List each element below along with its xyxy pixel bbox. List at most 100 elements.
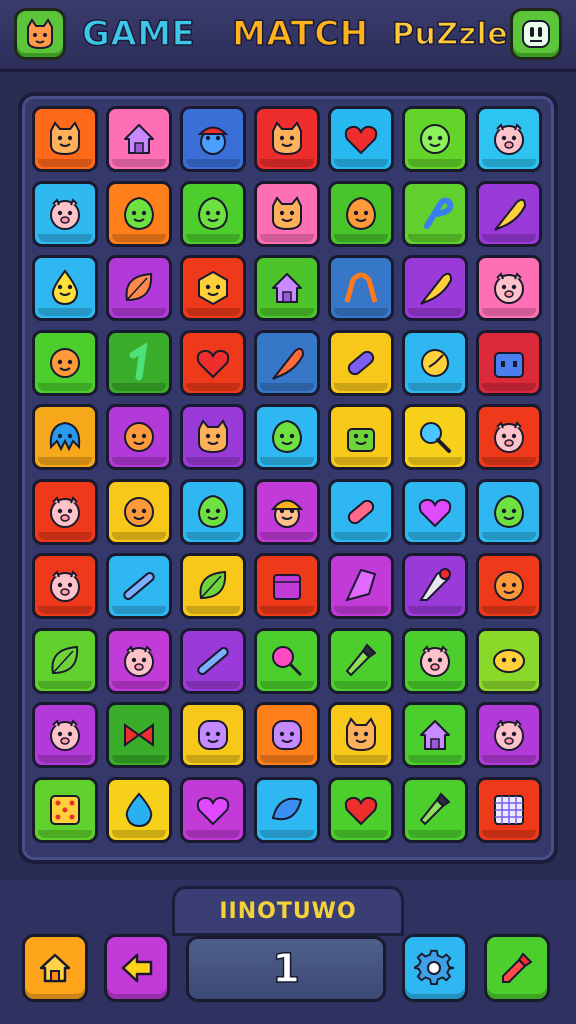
clock-icon	[421, 348, 449, 377]
board-tile-r5-c3[interactable]	[180, 404, 246, 470]
board-tile-r10-c7[interactable]	[476, 776, 542, 843]
hex-face-icon	[198, 270, 228, 306]
pen-icon	[197, 646, 229, 675]
board-tile-r1-c6[interactable]	[402, 106, 468, 172]
board-tile-r2-c5[interactable]	[328, 180, 394, 247]
board-tile-r10-c2[interactable]	[106, 776, 172, 843]
board-tile-r3-c1[interactable]	[32, 255, 98, 321]
bow-icon	[124, 723, 154, 747]
title-word-game: GAME	[81, 13, 196, 55]
board-tile-r8-c2[interactable]	[106, 627, 172, 694]
level-label-plate: IINOTUWO	[172, 886, 404, 936]
board-tile-r6-c7[interactable]	[476, 478, 542, 545]
board-tile-r5-c7[interactable]	[476, 404, 542, 470]
board-tile-r4-c2[interactable]	[106, 329, 172, 396]
board-tile-r3-c6[interactable]	[402, 255, 468, 321]
leaf-green-icon	[51, 645, 79, 674]
board-tile-r3-c7[interactable]	[476, 255, 542, 321]
board-tile-r4-c5[interactable]	[328, 329, 394, 396]
board-tile-r9-c4[interactable]	[254, 702, 320, 768]
board-tile-r1-c3[interactable]	[180, 106, 246, 172]
board-tile-r9-c5[interactable]	[328, 702, 394, 768]
board-tile-r6-c6[interactable]	[402, 478, 468, 545]
board-tile-r6-c1[interactable]	[32, 478, 98, 545]
box-icon	[273, 574, 301, 600]
board-tile-r5-c1[interactable]	[32, 404, 98, 470]
pig-icon	[50, 719, 80, 751]
board-tile-r9-c2[interactable]	[106, 702, 172, 768]
board-tile-r4-c6[interactable]	[402, 329, 468, 396]
board-tile-r1-c7[interactable]	[476, 106, 542, 172]
board-tile-r6-c5[interactable]	[328, 478, 394, 545]
board-tile-r4-c3[interactable]	[180, 329, 246, 396]
board-tile-r4-c7[interactable]	[476, 329, 542, 396]
board-tile-r8-c1[interactable]	[32, 627, 98, 694]
number-one-icon	[129, 341, 148, 380]
board-tile-r5-c5[interactable]	[328, 404, 394, 470]
blob-icon	[493, 494, 525, 528]
home-icon	[39, 953, 71, 983]
board-tile-r8-c6[interactable]	[402, 627, 468, 694]
board-tile-r2-c4[interactable]	[254, 180, 320, 247]
board-tile-r5-c2[interactable]	[106, 404, 172, 470]
board-tile-r10-c6[interactable]	[402, 776, 468, 843]
heart-icon	[344, 125, 378, 155]
board-tile-r7-c1[interactable]	[32, 553, 98, 619]
board-tile-r10-c5[interactable]	[328, 776, 394, 843]
board-tile-r7-c5[interactable]	[328, 553, 394, 619]
board-tile-r10-c3[interactable]	[180, 776, 246, 843]
board-tile-r9-c3[interactable]	[180, 702, 246, 768]
monster-face-icon-button[interactable]	[510, 8, 562, 60]
board-tile-r7-c2[interactable]	[106, 553, 172, 619]
pill-icon	[347, 350, 375, 375]
board-tile-r1-c5[interactable]	[328, 106, 394, 172]
tool-button[interactable]	[484, 934, 550, 1002]
pig-icon	[50, 197, 80, 230]
board-tile-r3-c3[interactable]	[180, 255, 246, 321]
back-button[interactable]	[104, 934, 170, 1002]
board-tile-r6-c3[interactable]	[180, 478, 246, 545]
board-tile-r3-c4[interactable]	[254, 255, 320, 321]
board-tile-r10-c4[interactable]	[254, 776, 320, 843]
monster-face-icon	[522, 20, 550, 48]
board-tile-r9-c1[interactable]	[32, 702, 98, 768]
face-icon	[420, 124, 450, 154]
board-tile-r5-c6[interactable]	[402, 404, 468, 470]
board-tile-r2-c3[interactable]	[180, 180, 246, 247]
board-tile-r9-c7[interactable]	[476, 702, 542, 768]
board-tile-r2-c6[interactable]	[402, 180, 468, 247]
board-tile-r9-c6[interactable]	[402, 702, 468, 768]
board-tile-r8-c4[interactable]	[254, 627, 320, 694]
board-tile-r8-c5[interactable]	[328, 627, 394, 694]
board-tile-r2-c2[interactable]	[106, 180, 172, 247]
settings-button[interactable]	[402, 934, 468, 1002]
cat-face-icon-button[interactable]	[14, 8, 66, 60]
home-button[interactable]	[22, 934, 88, 1002]
title-word-puzzle: PuZzle	[391, 16, 509, 53]
board-tile-r7-c3[interactable]	[180, 553, 246, 619]
board-tile-r2-c7[interactable]	[476, 180, 542, 247]
grid-icon	[494, 794, 524, 825]
board-tile-r8-c7[interactable]	[476, 627, 542, 694]
board-tile-r8-c3[interactable]	[180, 627, 246, 694]
board-tile-r2-c1[interactable]	[32, 180, 98, 247]
board-tile-r3-c5[interactable]	[328, 255, 394, 321]
leaf-icon	[125, 272, 153, 302]
board-tile-r7-c6[interactable]	[402, 553, 468, 619]
board-tile-r5-c4[interactable]	[254, 404, 320, 470]
board-tile-r7-c7[interactable]	[476, 553, 542, 619]
pig-icon	[494, 719, 524, 751]
pen-icon	[123, 572, 155, 600]
board-tile-r6-c4[interactable]	[254, 478, 320, 545]
board-tile-r1-c4[interactable]	[254, 106, 320, 172]
board-tile-r6-c2[interactable]	[106, 478, 172, 545]
board-tile-r10-c1[interactable]	[32, 776, 98, 843]
board-tile-r1-c1[interactable]	[32, 106, 98, 172]
blob-icon	[123, 196, 155, 230]
board-tile-r3-c2[interactable]	[106, 255, 172, 321]
drop-face-icon	[51, 269, 79, 306]
board-tile-r4-c4[interactable]	[254, 329, 320, 396]
board-tile-r7-c4[interactable]	[254, 553, 320, 619]
board-tile-r4-c1[interactable]	[32, 329, 98, 396]
board-tile-r1-c2[interactable]	[106, 106, 172, 172]
